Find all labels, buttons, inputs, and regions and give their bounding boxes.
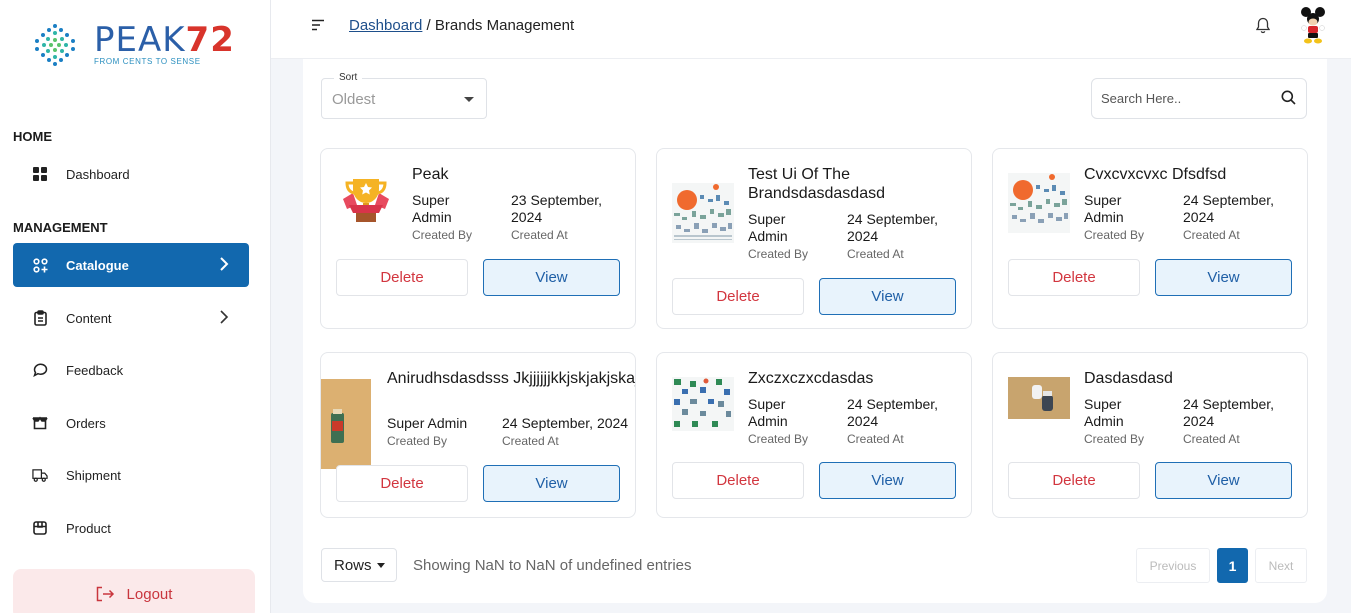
search-input[interactable] [1092, 79, 1272, 118]
menu-toggle-icon[interactable] [311, 18, 325, 36]
brand-thumbnail-trophy [339, 175, 393, 225]
created-by: Super Admin Created By [1084, 396, 1145, 446]
view-button[interactable]: View [1155, 462, 1292, 499]
delete-button[interactable]: Delete [1008, 462, 1140, 499]
sidebar-item-catalogue[interactable]: Catalogue [13, 243, 249, 287]
brand-card: Peak Super Admin Created By 23 September,… [320, 148, 636, 329]
created-by: Super Admin Created By [748, 396, 809, 446]
delete-button[interactable]: Delete [672, 278, 804, 315]
brand-name: Cvxcvxcvxc Dfsdfsd [1084, 166, 1227, 183]
sidebar-item-shipment[interactable]: Shipment [13, 453, 249, 497]
sidebar-item-feedback[interactable]: Feedback [13, 348, 249, 392]
brand-thumbnail-salt-shaker [1008, 377, 1070, 419]
sidebar-item-label: Orders [66, 415, 106, 431]
created-at: 24 September, 2024 Created At [1183, 396, 1275, 446]
avatar[interactable] [1298, 6, 1328, 46]
brand-thumbnail-drink [321, 379, 371, 469]
created-at: 23 September, 2024 Created At [511, 192, 603, 242]
brand-name: Peak [412, 166, 449, 183]
sort-select[interactable]: Sort Oldest [321, 72, 487, 119]
created-at: 24 September, 2024 Created At [1183, 192, 1275, 242]
chat-bubble-icon [32, 362, 48, 378]
delete-button[interactable]: Delete [1008, 259, 1140, 296]
sidebar-item-label: Product [66, 520, 111, 536]
sort-value: Oldest [332, 91, 376, 108]
brand-name: Anirudhsdasdsss Jkjjjjjjkkjskjakjskajskj… [387, 370, 636, 387]
brand-name: Zxczxczxcdasdas [748, 370, 874, 387]
view-button[interactable]: View [819, 278, 956, 315]
created-at: 24 September, 2024 Created At [847, 396, 939, 446]
sidebar: PEAK72 FROM CENTS TO SENSE HOME Dashboar… [0, 0, 271, 613]
created-at: 24 September, 2024 Created At [502, 415, 629, 448]
created-at: 24 September, 2024 Created At [847, 211, 939, 261]
dashboard-grid-icon [32, 166, 48, 182]
brand-card: Cvxcvxcvxc Dfsdfsd Super Admin Created By… [992, 148, 1308, 329]
brand-card: Dasdasdasd Super Admin Created By 24 Sept… [992, 352, 1308, 518]
delete-button[interactable]: Delete [336, 465, 468, 502]
pagination-page-current[interactable]: 1 [1217, 548, 1248, 583]
brands-panel: Sort Oldest Peak Super AdminCreated By 2… [303, 59, 1327, 603]
pagination-next[interactable]: Next [1255, 548, 1307, 583]
breadcrumb: Dashboard / Brands Management [349, 17, 574, 34]
logout-button[interactable]: Logout [13, 569, 255, 613]
logo-mark-icon [35, 24, 75, 66]
view-button[interactable]: View [1155, 259, 1292, 296]
sidebar-item-label: Content [66, 310, 112, 326]
brand-name: Test Ui Of The Brandsdasdasdasd [748, 166, 885, 202]
caret-down-icon [376, 562, 385, 568]
brand-thumbnail-collage [1008, 173, 1070, 233]
brand-card: Zxczxczxcdasdas Super Admin Created By 24… [656, 352, 972, 518]
sidebar-item-product[interactable]: Product [13, 506, 249, 550]
brand-thumbnail-icons-grid [672, 377, 734, 431]
catalogue-icon [32, 257, 48, 273]
sidebar-item-label: Catalogue [66, 257, 129, 273]
delete-button[interactable]: Delete [672, 462, 804, 499]
bell-icon[interactable] [1255, 17, 1271, 39]
logout-label: Logout [126, 585, 173, 603]
truck-icon [32, 467, 48, 483]
section-title-home: HOME [13, 129, 52, 144]
view-button[interactable]: View [483, 259, 620, 296]
logout-icon [96, 586, 115, 602]
top-bar: Dashboard / Brands Management [271, 0, 1351, 59]
sidebar-item-content[interactable]: Content [13, 296, 249, 340]
sidebar-item-label: Feedback [66, 362, 124, 378]
rows-per-page-button[interactable]: Rows [321, 548, 397, 582]
created-by: Super Admin Created By [387, 415, 468, 448]
logo-wordmark: PEAK72 [94, 20, 235, 60]
search-icon[interactable] [1281, 90, 1296, 110]
search-box [1091, 78, 1307, 119]
package-icon [32, 520, 48, 536]
box-open-icon [32, 415, 48, 431]
created-by: Super Admin Created By [748, 211, 809, 261]
clipboard-icon [32, 310, 48, 326]
chevron-right-icon [219, 309, 229, 328]
view-button[interactable]: View [819, 462, 956, 499]
rows-label: Rows [334, 556, 372, 574]
breadcrumb-separator: / [422, 17, 435, 34]
caret-down-icon [464, 97, 474, 102]
breadcrumb-current: Brands Management [434, 17, 575, 34]
sidebar-item-orders[interactable]: Orders [13, 401, 249, 445]
breadcrumb-link-dashboard[interactable]: Dashboard [349, 17, 422, 34]
sidebar-item-label: Dashboard [66, 166, 130, 182]
sidebar-item-dashboard[interactable]: Dashboard [13, 152, 249, 196]
section-title-management: MANAGEMENT [13, 220, 108, 235]
created-by: Super Admin Created By [1084, 192, 1145, 242]
delete-button[interactable]: Delete [336, 259, 468, 296]
brand-name: Dasdasdasd [1084, 370, 1173, 387]
brand-thumbnail-collage [672, 183, 734, 243]
sort-label: Sort [334, 72, 363, 83]
brand-logo[interactable]: PEAK72 FROM CENTS TO SENSE [32, 22, 235, 68]
brand-card: Test Ui Of The Brandsdasdasdasd Super Ad… [656, 148, 972, 329]
brand-card: Anirudhsdasdsss Jkjjjjjjkkjskjakjskajskj… [320, 352, 636, 518]
sidebar-item-label: Shipment [66, 467, 121, 483]
view-button[interactable]: View [483, 465, 620, 502]
created-by: Super Admin Created By [412, 192, 473, 242]
pagination-previous[interactable]: Previous [1136, 548, 1210, 583]
entries-summary: Showing NaN to NaN of undefined entries [413, 557, 692, 574]
chevron-right-icon [219, 256, 229, 275]
